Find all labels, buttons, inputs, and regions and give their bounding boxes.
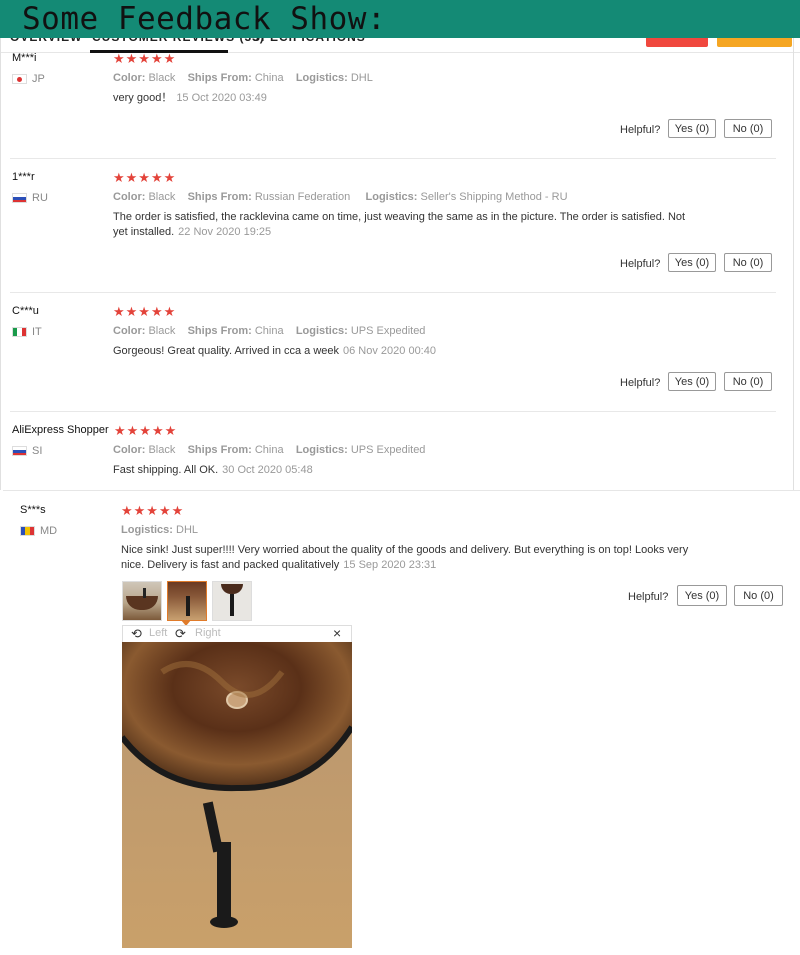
- review-divider: [10, 158, 776, 159]
- star-rating: ★★★★★: [113, 304, 177, 319]
- helpful-label: Helpful?: [620, 124, 661, 136]
- review-text: Nice sink! Just super!!!! Very worried a…: [121, 544, 689, 571]
- flag-icon-ru: [12, 193, 27, 203]
- review-divider: [10, 411, 776, 412]
- vote-no-button[interactable]: No (0): [734, 585, 783, 606]
- flag-icon-md: [20, 526, 35, 536]
- star-rating: ★★★★★: [114, 423, 178, 438]
- review-date: 15 Oct 2020 03:49: [176, 92, 267, 104]
- review-username: 1***r: [12, 171, 35, 183]
- close-icon[interactable]: ×: [333, 625, 341, 641]
- review-info: Color: Black Ships From: China Logistics…: [113, 325, 426, 337]
- vote-no-button[interactable]: No (0): [724, 253, 772, 272]
- photo-viewer-toolbar: ⟲ Left ⟳ Right ×: [122, 625, 352, 642]
- rotate-right-icon[interactable]: ⟳: [175, 626, 186, 642]
- review-country: RU: [32, 192, 48, 204]
- review-photo-thumbnail[interactable]: [122, 581, 162, 621]
- sink-photo: [122, 642, 352, 948]
- vote-yes-button[interactable]: Yes (0): [668, 119, 716, 138]
- review-info: Color: Black Ships From: China Logistics…: [113, 444, 426, 456]
- review-country: IT: [32, 326, 42, 338]
- flag-icon-si: [12, 446, 27, 456]
- flag-icon-it: [12, 327, 27, 337]
- review-text: The order is satisfied, the racklevina c…: [113, 211, 686, 238]
- banner-title: Some Feedback Show:: [22, 1, 387, 37]
- review-country: JP: [32, 73, 45, 85]
- vote-no-button[interactable]: No (0): [724, 372, 772, 391]
- review-username: AliExpress Shopper: [12, 424, 109, 436]
- vote-yes-button[interactable]: Yes (0): [668, 372, 716, 391]
- review-date: 30 Oct 2020 05:48: [222, 464, 313, 476]
- vote-no-button[interactable]: No (0): [724, 119, 772, 138]
- flag-icon-jp: [12, 74, 27, 84]
- review-country: SI: [32, 445, 43, 457]
- helpful-label: Helpful?: [620, 258, 661, 270]
- review-text: Gorgeous! Great quality. Arrived in cca …: [113, 345, 436, 357]
- feedback-banner: Some Feedback Show:: [0, 0, 800, 38]
- review-photo-thumbnail[interactable]: [212, 581, 252, 621]
- review-text: very good！ 15 Oct 2020 03:49: [113, 92, 267, 104]
- review-username: C***u: [12, 305, 39, 317]
- review-info: Color: Black Ships From: Russian Federat…: [113, 191, 568, 203]
- star-rating: ★★★★★: [113, 170, 177, 185]
- review-username: S***s: [20, 504, 46, 516]
- review-text: Fast shipping. All OK. 30 Oct 2020 05:48: [113, 464, 313, 476]
- review-photo-large: [122, 642, 352, 948]
- vote-yes-button[interactable]: Yes (0): [668, 253, 716, 272]
- review-country: MD: [40, 525, 58, 537]
- rotate-left-icon[interactable]: ⟲: [131, 626, 142, 642]
- rotate-left-label[interactable]: Left: [149, 627, 167, 639]
- rotate-right-label[interactable]: Right: [195, 627, 221, 639]
- review-date: 06 Nov 2020 00:40: [343, 345, 436, 357]
- review-date: 15 Sep 2020 23:31: [343, 559, 437, 571]
- helpful-label: Helpful?: [628, 591, 669, 603]
- star-rating: ★★★★★: [113, 51, 177, 66]
- review-username: M***i: [12, 52, 37, 64]
- review-info: Logistics: DHL: [121, 524, 199, 536]
- star-rating: ★★★★★: [121, 503, 185, 518]
- review-date: 22 Nov 2020 19:25: [178, 226, 272, 238]
- vote-yes-button[interactable]: Yes (0): [677, 585, 727, 606]
- review-photo-thumbnail-selected[interactable]: [167, 581, 207, 621]
- helpful-label: Helpful?: [620, 377, 661, 389]
- review-divider: [10, 292, 776, 293]
- review-info: Color: Black Ships From: China Logistics…: [113, 72, 373, 84]
